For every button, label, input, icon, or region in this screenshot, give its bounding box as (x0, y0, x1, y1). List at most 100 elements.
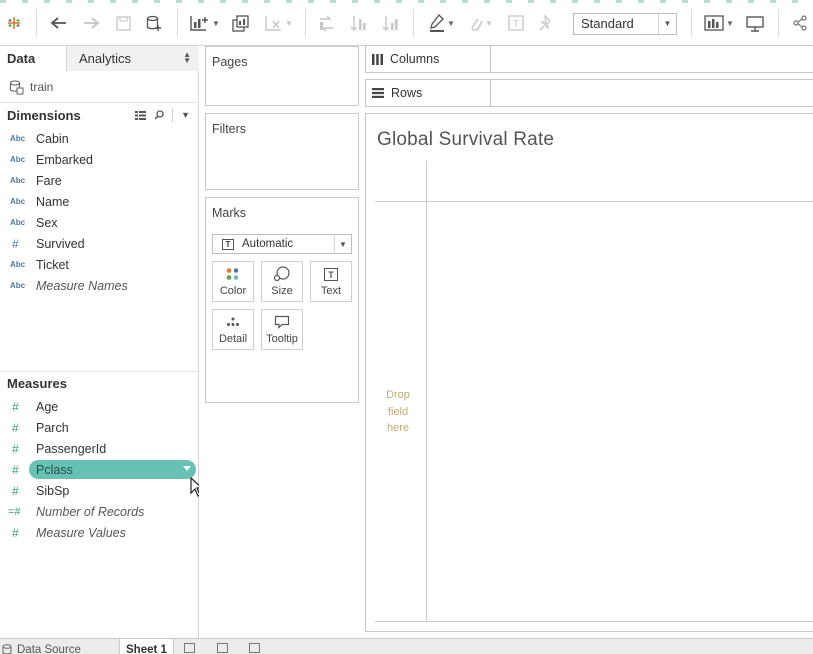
toolbar-separator (305, 9, 306, 37)
menu-caret-icon[interactable]: ▼ (181, 110, 190, 120)
highlight-icon[interactable]: ▼ (425, 11, 459, 35)
datasource-icon (2, 644, 12, 654)
field-menu-caret-icon[interactable] (183, 466, 191, 471)
group-icon[interactable]: ▼ (466, 11, 496, 35)
field-name[interactable]: Abc Name (0, 191, 199, 212)
view-list-icon[interactable] (135, 110, 147, 120)
tab-analytics-label: Analytics (79, 51, 132, 66)
clear-sheet-icon[interactable]: ▼ (262, 11, 296, 35)
field-pclass[interactable]: # Pclass (0, 459, 199, 480)
dimensions-header: Dimensions (7, 108, 81, 123)
field-fare[interactable]: Abc Fare (0, 170, 199, 191)
show-me-icon[interactable]: ▼ (702, 11, 736, 35)
field-ticket[interactable]: Abc Ticket (0, 254, 199, 275)
field-number-of-records[interactable]: =# Number of Records (0, 501, 199, 522)
fit-select[interactable]: Standard ▼ (573, 13, 677, 35)
string-type-icon: Abc (10, 197, 26, 206)
measures-header: Measures (7, 376, 67, 391)
view-title[interactable]: Global Survival Rate (377, 129, 554, 151)
field-measure-values[interactable]: # Measure Values (0, 522, 199, 543)
color-button[interactable]: Color (212, 261, 254, 302)
size-button[interactable]: Size (261, 261, 303, 302)
view-canvas[interactable]: Global Survival Rate Drop field here (365, 113, 813, 632)
view-divider (375, 621, 813, 622)
detail-button[interactable]: Detail (212, 309, 254, 350)
string-type-icon: Abc (10, 155, 26, 164)
mark-type-select[interactable]: T Automatic ▼ (212, 234, 352, 254)
filters-card[interactable]: Filters (205, 113, 359, 190)
field-sibsp[interactable]: # SibSp (0, 480, 199, 501)
svg-text:T: T (513, 19, 519, 30)
tab-data[interactable]: Data (0, 46, 67, 71)
toolbar-separator (691, 9, 692, 37)
filters-card-title: Filters (212, 122, 247, 136)
new-dashboard-icon[interactable] (217, 643, 228, 653)
search-icon[interactable] (154, 110, 164, 120)
number-type-icon: # (12, 483, 19, 498)
string-type-icon: Abc (10, 281, 26, 290)
marks-card-title: Marks (212, 206, 247, 220)
number-type-icon: # (12, 420, 19, 435)
string-type-icon: Abc (10, 218, 26, 227)
tooltip-icon (274, 313, 290, 331)
number-type-icon: # (12, 525, 19, 540)
color-icon (225, 265, 241, 283)
field-sex[interactable]: Abc Sex (0, 212, 199, 233)
detail-icon (226, 313, 240, 331)
redo-icon[interactable] (80, 11, 102, 35)
field-label: Ticket (36, 257, 69, 272)
divider (0, 102, 199, 103)
field-parch[interactable]: # Parch (0, 417, 199, 438)
label-icon[interactable]: T (506, 11, 526, 35)
tab-sheet-1-label: Sheet 1 (126, 643, 167, 654)
presentation-icon[interactable] (744, 11, 766, 35)
tooltip-button[interactable]: Tooltip (261, 309, 303, 350)
duplicate-sheet-icon[interactable] (231, 11, 251, 35)
divider (172, 108, 174, 122)
datasource-item[interactable]: train (9, 78, 53, 96)
pin-icon[interactable] (537, 11, 557, 35)
new-worksheet-icon[interactable] (184, 643, 195, 653)
number-type-icon: # (12, 399, 19, 414)
tableau-logo-icon[interactable] (4, 11, 24, 35)
text-button[interactable]: T Text (310, 261, 352, 302)
pages-card[interactable]: Pages (205, 46, 359, 106)
field-measure-names[interactable]: Abc Measure Names (0, 275, 199, 296)
fit-select-value: Standard (581, 16, 634, 31)
sort-descending-icon[interactable] (380, 11, 400, 35)
sort-ascending-icon[interactable] (348, 11, 368, 35)
tab-sheet-1[interactable]: Sheet 1 (119, 639, 174, 654)
tab-analytics[interactable]: Analytics ▲ ▼ (67, 46, 199, 71)
datasource-name: train (30, 80, 54, 94)
toolbar-separator (36, 9, 37, 37)
number-type-icon: # (12, 236, 19, 251)
rows-label: Rows (391, 86, 423, 100)
field-embarked[interactable]: Abc Embarked (0, 149, 199, 170)
columns-shelf[interactable]: Columns (365, 45, 813, 73)
columns-icon (372, 53, 383, 65)
drop-field-hint[interactable]: Drop field here (380, 387, 416, 437)
field-label: Pclass (36, 462, 73, 477)
string-type-icon: Abc (10, 260, 26, 269)
text-button-label: Text (320, 285, 342, 297)
new-worksheet-icon[interactable]: ▼ (188, 11, 222, 35)
field-label: Cabin (36, 131, 69, 146)
field-label: Parch (36, 420, 69, 435)
share-icon[interactable] (790, 11, 810, 35)
field-label: Measure Values (36, 525, 126, 540)
columns-label: Columns (390, 52, 440, 66)
field-label: Age (36, 399, 59, 414)
rows-shelf[interactable]: Rows (365, 79, 813, 107)
string-type-icon: Abc (10, 134, 26, 143)
new-story-icon[interactable] (249, 643, 260, 653)
field-passengerid[interactable]: # PassengerId (0, 438, 199, 459)
field-cabin[interactable]: Abc Cabin (0, 128, 199, 149)
field-survived[interactable]: # Survived (0, 233, 199, 254)
tab-data-source[interactable]: Data Source (2, 639, 81, 654)
save-icon[interactable] (113, 11, 133, 35)
field-label: Measure Names (36, 278, 128, 293)
swap-icon[interactable] (316, 11, 336, 35)
undo-icon[interactable] (48, 11, 70, 35)
field-age[interactable]: # Age (0, 396, 199, 417)
new-datasource-icon[interactable] (144, 11, 164, 35)
